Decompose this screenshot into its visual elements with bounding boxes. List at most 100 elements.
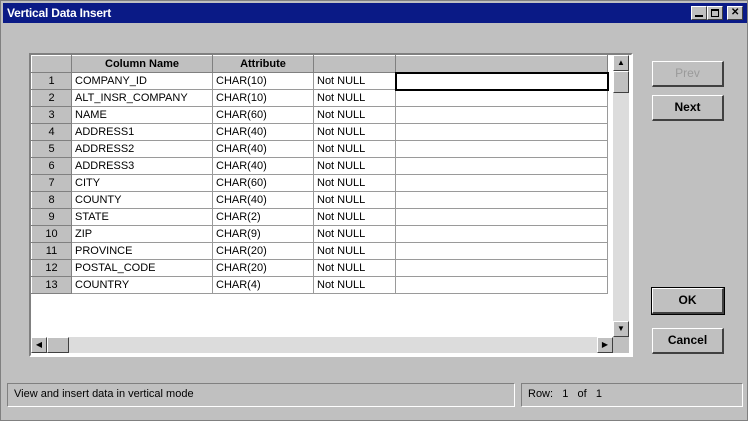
- value-cell[interactable]: [395, 140, 608, 158]
- horizontal-scrollbar[interactable]: ◀ ▶: [31, 337, 613, 353]
- constraint-cell: Not NULL: [313, 123, 396, 141]
- column-name-header[interactable]: Column Name: [71, 55, 213, 73]
- close-button[interactable]: ✕: [727, 6, 743, 20]
- attribute-cell: CHAR(40): [212, 157, 314, 175]
- attribute-cell: CHAR(40): [212, 140, 314, 158]
- row-number-cell[interactable]: 7: [31, 174, 72, 192]
- column-name-cell: ZIP: [71, 225, 213, 243]
- column-name-cell: COUNTY: [71, 191, 213, 209]
- attribute-cell: CHAR(4): [212, 276, 314, 294]
- row-number-cell[interactable]: 13: [31, 276, 72, 294]
- table-row[interactable]: 5 ADDRESS2 CHAR(40) Not NULL: [31, 140, 608, 158]
- table-row[interactable]: 12 POSTAL_CODE CHAR(20) Not NULL: [31, 259, 608, 277]
- constraint-cell: Not NULL: [313, 174, 396, 192]
- row-number-header[interactable]: [31, 55, 72, 73]
- table-row[interactable]: 9 STATE CHAR(2) Not NULL: [31, 208, 608, 226]
- row-number-cell[interactable]: 8: [31, 191, 72, 209]
- attribute-cell: CHAR(60): [212, 174, 314, 192]
- column-name-cell: PROVINCE: [71, 242, 213, 260]
- value-cell[interactable]: [395, 174, 608, 192]
- data-grid[interactable]: Column Name Attribute 1 COMPANY_ID CHAR(10…: [29, 53, 633, 357]
- constraint-cell: Not NULL: [313, 276, 396, 294]
- close-icon: ✕: [731, 7, 740, 18]
- value-cell[interactable]: [394, 71, 609, 91]
- constraint-cell: Not NULL: [313, 140, 396, 158]
- value-header[interactable]: [395, 55, 608, 73]
- value-cell[interactable]: [395, 123, 608, 141]
- cancel-button[interactable]: Cancel: [652, 328, 724, 354]
- table-row[interactable]: 2 ALT_INSR_COMPANY CHAR(10) Not NULL: [31, 89, 608, 107]
- row-current: 1: [562, 388, 569, 400]
- attribute-cell: CHAR(10): [212, 72, 314, 90]
- value-cell[interactable]: [395, 276, 608, 294]
- value-cell[interactable]: [395, 225, 608, 243]
- arrow-left-icon: ◀: [35, 340, 43, 349]
- scroll-left-button[interactable]: ◀: [31, 337, 47, 353]
- attribute-cell: CHAR(20): [212, 242, 314, 260]
- row-label: Row:: [528, 388, 554, 400]
- row-number-cell[interactable]: 12: [31, 259, 72, 277]
- value-cell[interactable]: [395, 191, 608, 209]
- row-indicator: Row: 1 of 1: [521, 383, 743, 407]
- title-bar[interactable]: Vertical Data Insert ✕: [3, 3, 747, 23]
- column-name-cell: ADDRESS2: [71, 140, 213, 158]
- scroll-right-button[interactable]: ▶: [597, 337, 613, 353]
- row-number-cell[interactable]: 3: [31, 106, 72, 124]
- vertical-scrollbar[interactable]: ▲ ▼: [613, 55, 629, 337]
- column-name-cell: COMPANY_ID: [71, 72, 213, 90]
- attribute-cell: CHAR(40): [212, 191, 314, 209]
- table-row[interactable]: 13 COUNTRY CHAR(4) Not NULL: [31, 276, 608, 294]
- constraint-cell: Not NULL: [313, 72, 396, 90]
- value-cell[interactable]: [395, 106, 608, 124]
- scroll-up-button[interactable]: ▲: [613, 55, 629, 71]
- value-cell[interactable]: [395, 242, 608, 260]
- column-name-cell: ADDRESS3: [71, 157, 213, 175]
- attribute-cell: CHAR(20): [212, 259, 314, 277]
- table-row[interactable]: 1 COMPANY_ID CHAR(10) Not NULL: [31, 71, 609, 91]
- prev-button[interactable]: Prev: [652, 61, 724, 87]
- column-name-cell: ADDRESS1: [71, 123, 213, 141]
- row-number-cell[interactable]: 1: [31, 72, 72, 90]
- value-cell[interactable]: [395, 208, 608, 226]
- row-number-cell[interactable]: 6: [31, 157, 72, 175]
- attribute-cell: CHAR(40): [212, 123, 314, 141]
- row-number-cell[interactable]: 10: [31, 225, 72, 243]
- vertical-data-insert-dialog: Vertical Data Insert ✕ Column Name Attri…: [0, 0, 748, 421]
- column-name-cell: COUNTRY: [71, 276, 213, 294]
- horizontal-scroll-thumb[interactable]: [47, 337, 69, 353]
- arrow-up-icon: ▲: [617, 58, 625, 67]
- constraint-cell: Not NULL: [313, 259, 396, 277]
- scrollbar-corner: [613, 337, 629, 353]
- constraint-cell: Not NULL: [313, 157, 396, 175]
- next-button[interactable]: Next: [652, 95, 724, 121]
- table-row[interactable]: 11 PROVINCE CHAR(20) Not NULL: [31, 242, 608, 260]
- minimize-icon: [695, 9, 703, 17]
- row-number-cell[interactable]: 9: [31, 208, 72, 226]
- table-row[interactable]: 4 ADDRESS1 CHAR(40) Not NULL: [31, 123, 608, 141]
- ok-button[interactable]: OK: [651, 287, 725, 315]
- value-cell[interactable]: [395, 157, 608, 175]
- row-number-cell[interactable]: 5: [31, 140, 72, 158]
- table-row[interactable]: 10 ZIP CHAR(9) Not NULL: [31, 225, 608, 243]
- table-row[interactable]: 7 CITY CHAR(60) Not NULL: [31, 174, 608, 192]
- row-number-cell[interactable]: 11: [31, 242, 72, 260]
- table-row[interactable]: 6 ADDRESS3 CHAR(40) Not NULL: [31, 157, 608, 175]
- column-name-cell: NAME: [71, 106, 213, 124]
- column-name-cell: POSTAL_CODE: [71, 259, 213, 277]
- value-cell[interactable]: [395, 259, 608, 277]
- attribute-header[interactable]: Attribute: [212, 55, 314, 73]
- value-cell[interactable]: [395, 89, 608, 107]
- minimize-button[interactable]: [691, 6, 707, 20]
- constraint-cell: Not NULL: [313, 191, 396, 209]
- scroll-down-button[interactable]: ▼: [613, 321, 629, 337]
- row-number-cell[interactable]: 2: [31, 89, 72, 107]
- vertical-scroll-thumb[interactable]: [613, 71, 629, 93]
- row-number-cell[interactable]: 4: [31, 123, 72, 141]
- maximize-icon: [711, 9, 719, 17]
- column-name-cell: CITY: [71, 174, 213, 192]
- maximize-button[interactable]: [707, 6, 723, 20]
- table-row[interactable]: 3 NAME CHAR(60) Not NULL: [31, 106, 608, 124]
- table-row[interactable]: 8 COUNTY CHAR(40) Not NULL: [31, 191, 608, 209]
- attribute-cell: CHAR(60): [212, 106, 314, 124]
- constraint-header[interactable]: [313, 55, 396, 73]
